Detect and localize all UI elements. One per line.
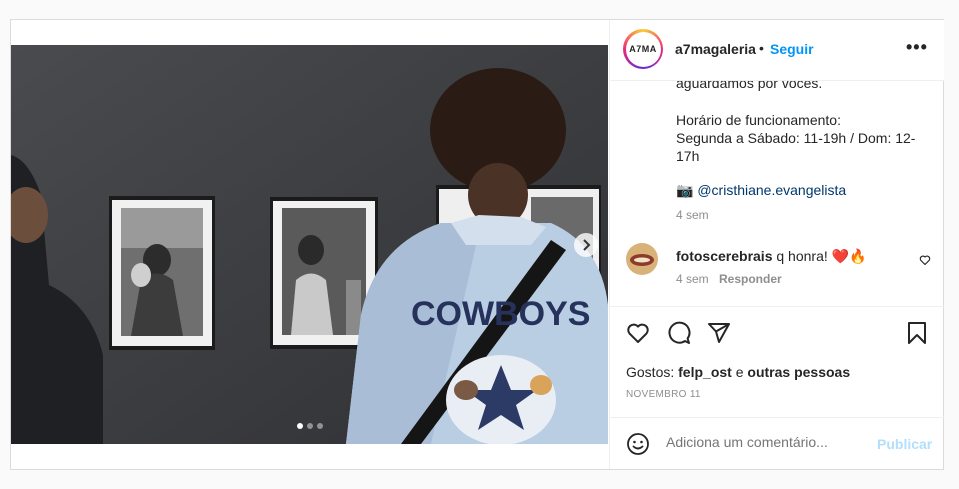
post-actions: Gostos: felp_ost e outras pessoas NOVEMB… — [610, 306, 944, 418]
comment-text-row: fotoscerebrais q honra! ❤️🔥 — [676, 247, 867, 265]
post-photo[interactable]: COWBOYS — [11, 45, 608, 444]
camera-emoji: 📷 — [676, 182, 694, 198]
carousel-dot — [297, 423, 303, 429]
chevron-right-icon — [583, 239, 591, 251]
next-photo-button[interactable] — [574, 233, 598, 257]
heart-icon[interactable] — [919, 254, 931, 266]
comment-time[interactable]: 4 sem — [676, 272, 709, 286]
follow-button[interactable]: Seguir — [770, 41, 814, 57]
reply-button[interactable]: Responder — [719, 272, 782, 286]
post-username[interactable]: a7magaleria — [675, 41, 756, 57]
avatar[interactable]: A7MA — [623, 29, 663, 69]
post-header: A7MA a7magaleria • Seguir ••• — [610, 20, 944, 81]
caption-line: 17h — [676, 148, 700, 164]
avatar-logo: A7MA — [625, 31, 661, 67]
add-comment-bar: Publicar — [610, 417, 944, 470]
carousel-dot — [307, 423, 313, 429]
more-icon[interactable]: ••• — [906, 37, 928, 58]
likes-others[interactable]: outras pessoas — [747, 364, 850, 380]
likes-joiner: e — [731, 364, 748, 380]
mention-link[interactable]: @cristhiane.evangelista — [697, 182, 846, 198]
comment-input[interactable] — [666, 434, 866, 450]
comment-text: q honra! ❤️🔥 — [776, 248, 867, 264]
likes-prefix: Gostos: — [626, 364, 679, 380]
bookmark-icon[interactable] — [907, 321, 927, 345]
avatar[interactable] — [626, 243, 658, 275]
heart-icon[interactable] — [626, 321, 650, 345]
comment-username[interactable]: fotoscerebrais — [676, 248, 772, 264]
caption-line: Segunda a Sábado: 11-19h / Dom: 12- — [676, 130, 916, 146]
share-icon[interactable] — [707, 321, 731, 345]
caption-credit: 📷 @cristhiane.evangelista — [676, 181, 846, 199]
comment-icon[interactable] — [667, 321, 691, 345]
likes-summary: Gostos: felp_ost e outras pessoas — [626, 364, 850, 380]
gallery-photo: COWBOYS — [11, 45, 608, 444]
caption-line: Horário de funcionamento: — [676, 112, 841, 128]
commenter-avatar-image — [626, 243, 658, 275]
post-side-panel: aguardamos por vocês. Horário de funcion… — [609, 20, 944, 469]
post-date[interactable]: NOVEMBRO 11 — [626, 389, 701, 400]
likes-user[interactable]: felp_ost — [678, 364, 732, 380]
caption-time[interactable]: 4 sem — [676, 208, 709, 222]
carousel-dot — [317, 423, 323, 429]
jacket-print: COWBOYS — [411, 295, 590, 333]
separator-dot: • — [759, 40, 764, 56]
carousel-dots — [297, 423, 323, 429]
emoji-icon[interactable] — [626, 432, 650, 456]
publish-button[interactable]: Publicar — [877, 436, 932, 452]
